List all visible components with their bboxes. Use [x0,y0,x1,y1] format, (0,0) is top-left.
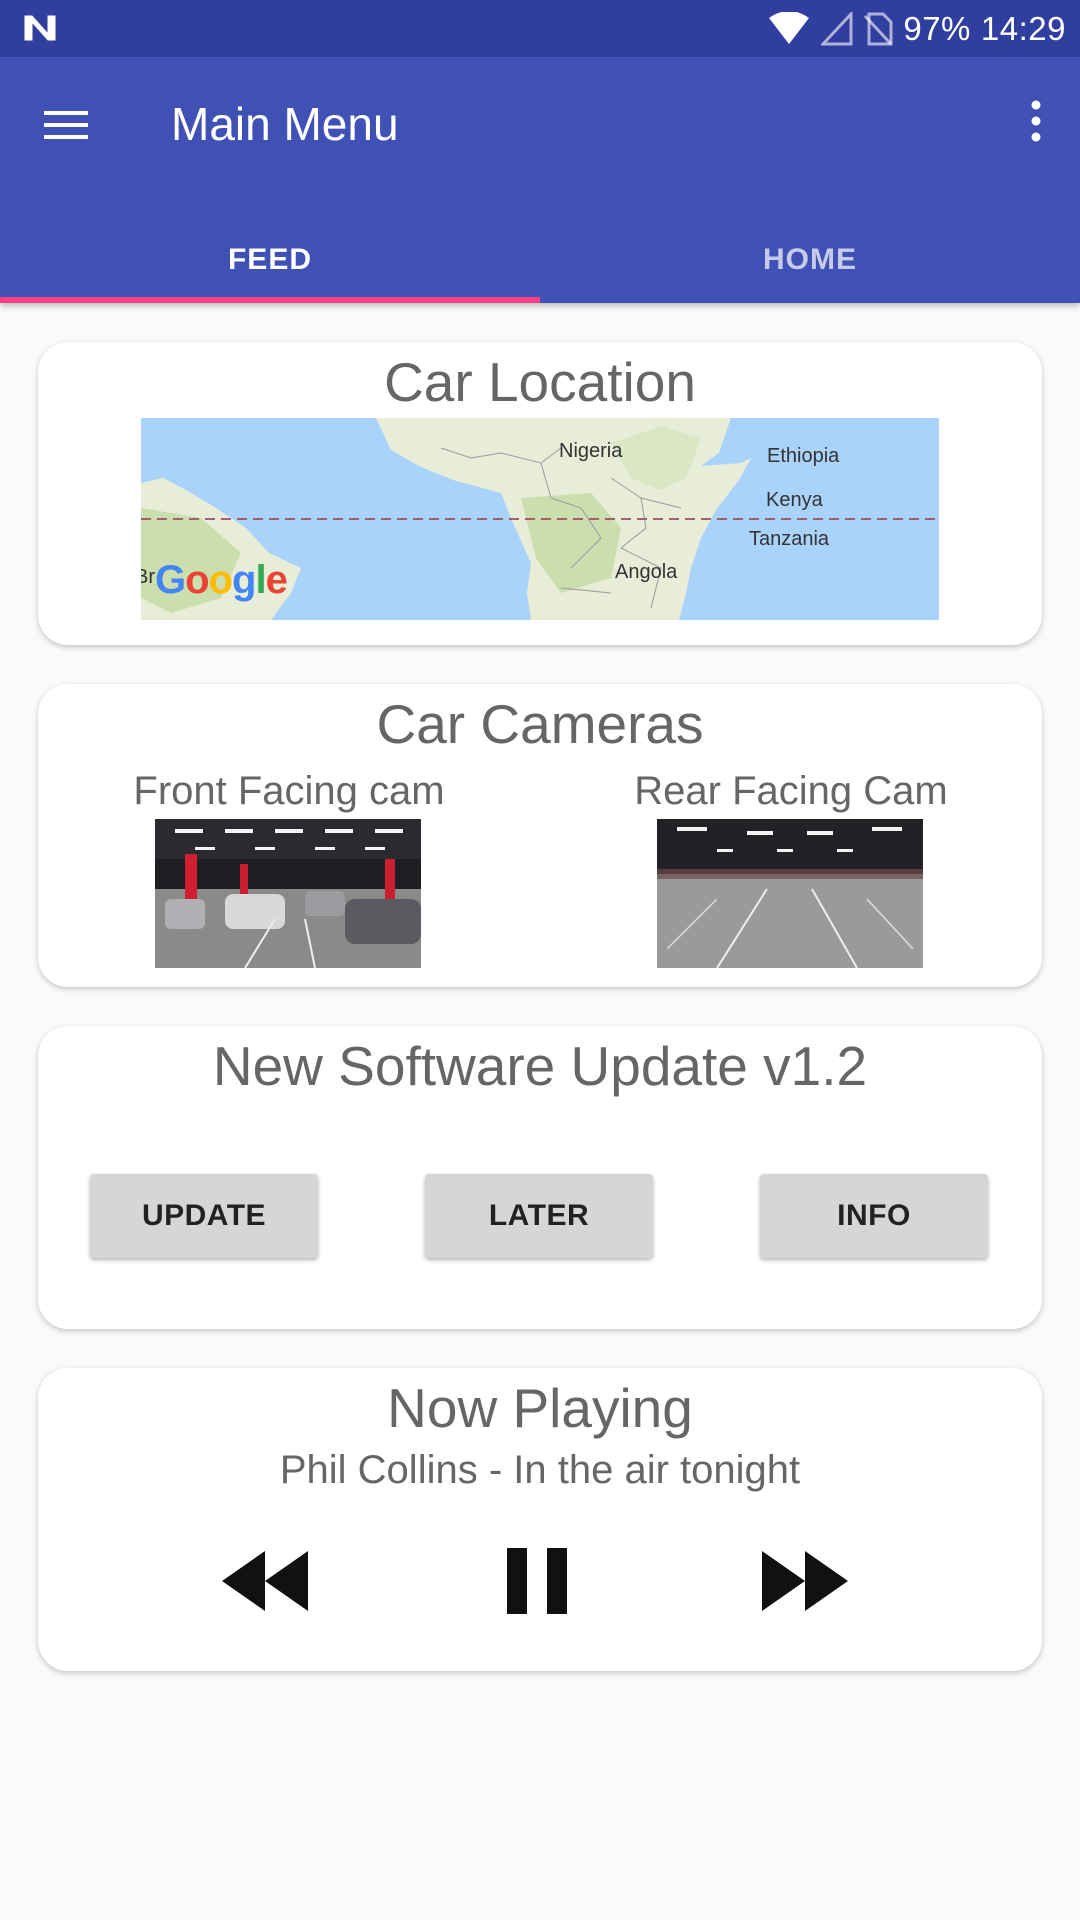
map-label: Ethiopia [767,445,840,467]
hamburger-menu-icon[interactable] [40,101,92,149]
card-title: Car Location [384,351,696,413]
front-cam-label: Front Facing cam [133,769,445,813]
car-cameras-card: Car Cameras Front Facing cam Rear Facing… [38,684,1042,987]
tab-feed[interactable]: FEED [0,217,540,303]
app-title: Main Menu [171,98,399,150]
status-icons: 97% 14:29 [767,0,1066,57]
car-location-card: Car Location Nigeria Ethiopia Kenya Tanz… [38,342,1042,645]
map-label: Nigeria [559,440,623,462]
status-bar: 97% 14:29 [0,0,1080,57]
card-title: New Software Update v1.2 [212,1035,868,1097]
front-camera-feed[interactable] [155,819,421,968]
signal-icon [821,11,853,45]
pause-icon[interactable] [505,1546,569,1616]
tab-home[interactable]: HOME [540,217,1080,303]
map-label: Br [141,566,155,588]
map-label: Kenya [766,489,823,511]
no-sim-icon [864,12,893,45]
now-playing-card: Now Playing Phil Collins - In the air to… [38,1368,1042,1671]
app-bar: Main Menu FEED HOME [0,57,1080,303]
rear-cam-label: Rear Facing Cam [634,769,948,813]
later-button[interactable]: LATER [425,1174,653,1258]
track-title: Phil Collins - In the air tonight [279,1448,801,1492]
map-view[interactable]: Nigeria Ethiopia Kenya Tanzania Angola B… [141,418,939,620]
map-label: Angola [615,561,678,583]
tab-bar: FEED HOME [0,217,1080,303]
map-label: Tanzania [749,528,830,550]
update-button[interactable]: UPDATE [90,1174,318,1258]
software-update-card: New Software Update v1.2 UPDATE LATER IN… [38,1026,1042,1329]
google-logo: Google [155,558,288,602]
card-title: Car Cameras [376,693,704,755]
front-camera-image [155,819,421,968]
info-button[interactable]: INFO [760,1174,988,1258]
rear-camera-image [657,819,923,968]
card-title: Now Playing [387,1377,693,1439]
fast-forward-icon[interactable] [760,1546,850,1616]
battery-percentage: 97% [903,9,971,47]
rear-camera-feed[interactable] [657,819,923,968]
n-notification-icon [24,15,56,41]
more-vert-icon[interactable] [1006,91,1066,151]
rewind-icon[interactable] [220,1546,310,1616]
wifi-icon [769,11,810,44]
clock: 14:29 [980,9,1066,47]
